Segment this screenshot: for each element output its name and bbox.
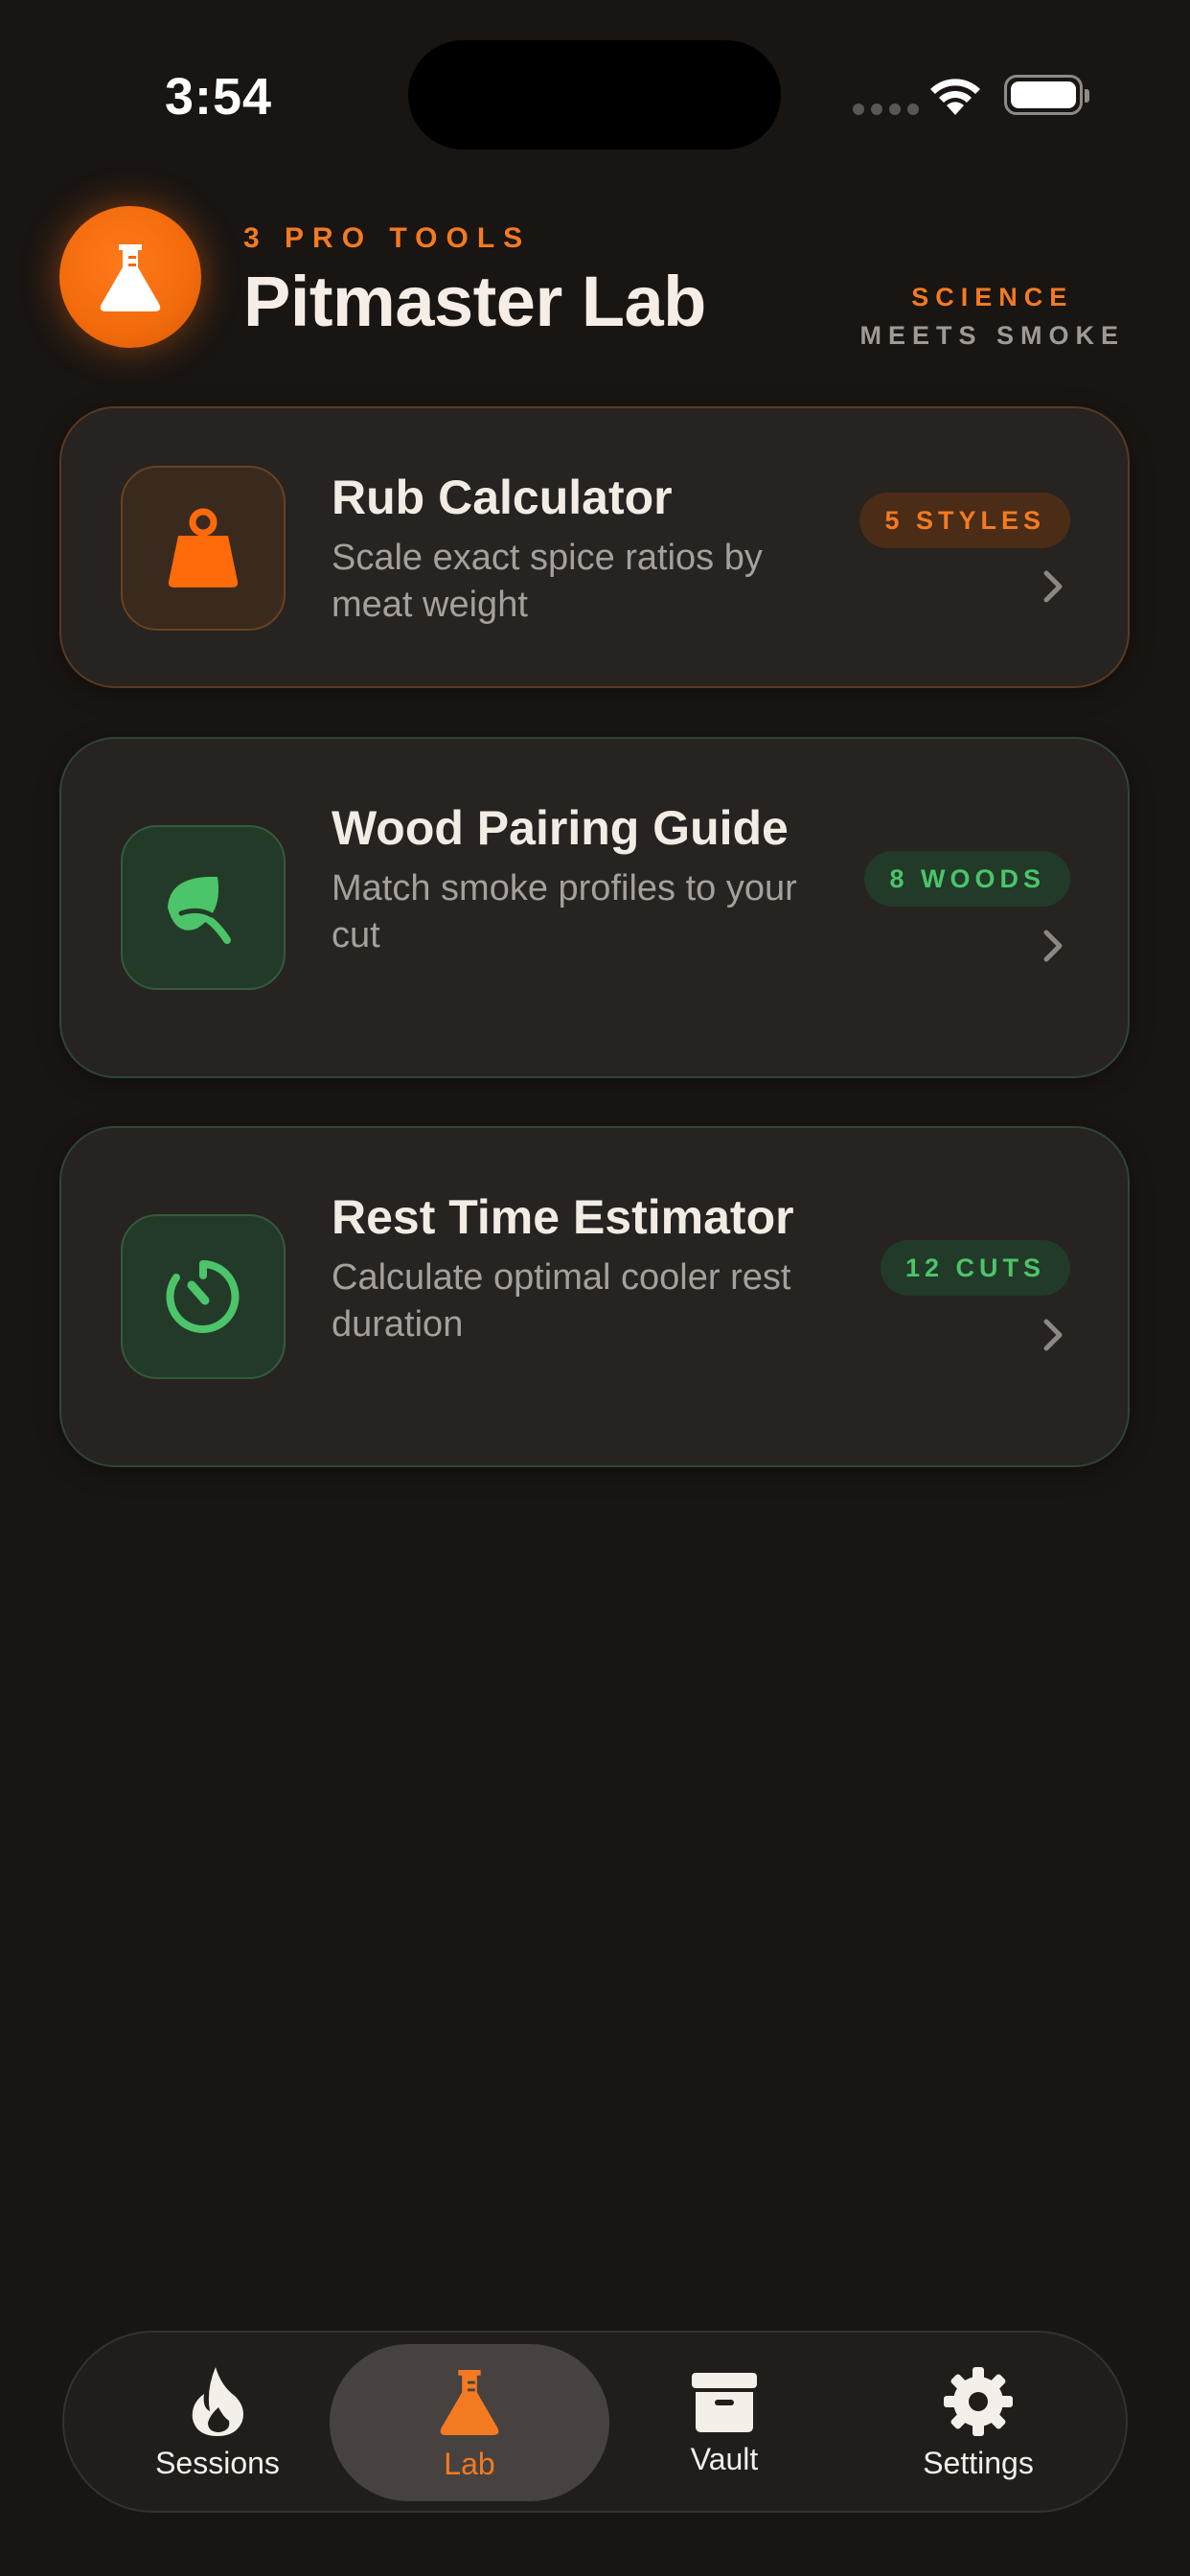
card-text: Rub Calculator Scale exact spice ratios … <box>332 468 830 629</box>
tab-label: Lab <box>444 2446 495 2481</box>
tab-label: Settings <box>923 2445 1034 2480</box>
rest-time-estimator-card[interactable]: Rest Time Estimator Calculate optimal co… <box>59 1126 1130 1467</box>
tab-label: Sessions <box>155 2445 280 2480</box>
card-text: Wood Pairing Guide Match smoke profiles … <box>332 798 830 959</box>
flame-icon <box>192 2366 243 2436</box>
wood-pairing-guide-card[interactable]: Wood Pairing Guide Match smoke profiles … <box>59 737 1130 1078</box>
chevron-right-icon <box>1043 570 1063 603</box>
tagline-line1: SCIENCE <box>911 283 1074 311</box>
chevron-right-icon <box>1043 1319 1063 1351</box>
flask-icon <box>59 206 201 348</box>
dynamic-island <box>408 40 781 150</box>
leaf-icon <box>121 825 286 990</box>
cellular-signal-icon <box>853 104 919 115</box>
lab-screen: 3:54 3 PRO TOOLS Pitmaster Lab SCIENCE M… <box>0 0 1190 2576</box>
battery-icon <box>1004 75 1089 115</box>
tagline: SCIENCE MEETS SMOKE <box>859 278 1125 355</box>
tab-vault[interactable]: Vault <box>584 2344 864 2501</box>
archive-box-icon <box>692 2372 757 2432</box>
card-description: Calculate optimal cooler rest duration <box>332 1257 791 1345</box>
tagline-line2: MEETS SMOKE <box>859 321 1125 350</box>
tab-sessions[interactable]: Sessions <box>78 2344 357 2501</box>
tab-settings[interactable]: Settings <box>838 2344 1118 2501</box>
card-title: Rest Time Estimator <box>332 1190 794 1244</box>
tab-lab[interactable]: Lab <box>330 2344 609 2501</box>
timer-icon <box>121 1214 286 1379</box>
card-text: Rest Time Estimator Calculate optimal co… <box>332 1187 830 1348</box>
card-title: Wood Pairing Guide <box>332 801 789 855</box>
tool-count-label: 3 PRO TOOLS <box>243 222 532 254</box>
tab-label: Vault <box>690 2441 759 2476</box>
chevron-right-icon <box>1043 930 1063 962</box>
gear-icon <box>944 2366 1013 2436</box>
weight-icon <box>121 466 286 631</box>
flask-icon <box>440 2369 499 2435</box>
status-time: 3:54 <box>165 68 273 126</box>
card-description: Scale exact spice ratios by meat weight <box>332 538 763 625</box>
cuts-badge: 12 CUTS <box>880 1240 1070 1296</box>
wifi-icon <box>930 79 980 115</box>
rub-calculator-card[interactable]: Rub Calculator Scale exact spice ratios … <box>59 406 1130 688</box>
styles-badge: 5 STYLES <box>859 493 1070 548</box>
card-title: Rub Calculator <box>332 471 673 524</box>
card-description: Match smoke profiles to your cut <box>332 868 797 955</box>
tab-bar: Sessions Lab Vault Settings <box>62 2331 1128 2513</box>
woods-badge: 8 WOODS <box>864 851 1070 907</box>
page-title: Pitmaster Lab <box>243 262 706 341</box>
